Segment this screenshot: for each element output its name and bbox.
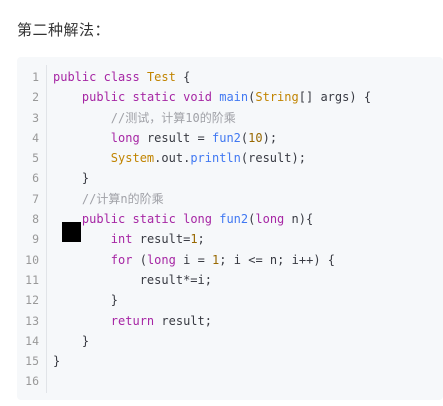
line-source: for (long i = 1; i <= n; i++) { (110, 252, 336, 267)
code-line: 14 } (17, 331, 443, 351)
code-line: 10 for (long i = 1; i <= n; i++) { (17, 250, 443, 270)
line-number: 3 (32, 110, 39, 125)
code-line: 13 return result; (17, 311, 443, 331)
line-number: 15 (25, 354, 39, 369)
line-number: 16 (25, 374, 39, 389)
line-number: 14 (25, 333, 39, 348)
code-line: 6 } (17, 168, 443, 188)
line-source: } (110, 293, 119, 308)
line-source: public static void main(String[] args) { (81, 90, 372, 105)
code-line: 4 long result = fun2(10); (17, 128, 443, 148)
line-source: result*=i; (139, 272, 212, 287)
page: 第二种解法： 1 public class Test { 2 public stat… (0, 0, 443, 406)
code-line: 12 } (17, 290, 443, 310)
code-line: 16 (17, 371, 443, 391)
section-heading: 第二种解法： (17, 21, 111, 39)
line-source: long result = fun2(10); (110, 130, 278, 145)
code-line: 11 result*=i; (17, 270, 443, 290)
line-number: 1 (32, 70, 39, 84)
line-number: 6 (32, 171, 39, 186)
line-number: 9 (32, 232, 39, 247)
code-line: 7 //计算n的阶乘 (17, 189, 443, 209)
line-number: 12 (25, 293, 39, 308)
line-number: 10 (25, 252, 39, 267)
line-source: } (81, 333, 90, 348)
line-number: 2 (32, 90, 39, 105)
code-line: 2 public static void main(String[] args)… (17, 87, 443, 107)
line-number: 5 (32, 151, 39, 166)
line-source: return result; (110, 313, 212, 328)
line-source: public class Test { (53, 70, 191, 84)
line-number: 4 (32, 130, 39, 145)
line-source: //计算n的阶乘 (81, 191, 164, 206)
line-source: } (53, 354, 61, 369)
line-source: System.out.println(result); (110, 151, 306, 166)
line-number: 13 (25, 313, 39, 328)
line-source: public static long fun2(long n){ (81, 212, 314, 227)
code-line: 5 System.out.println(result); (17, 148, 443, 168)
line-source: //测试，计算10的阶乘 (110, 110, 236, 125)
code-line: 1 public class Test { (17, 67, 443, 87)
line-source: } (81, 171, 90, 186)
line-number: 8 (32, 212, 39, 227)
code-line: 3 //测试，计算10的阶乘 (17, 108, 443, 128)
line-number: 7 (32, 191, 39, 206)
code-line: 15} (17, 351, 443, 371)
line-number: 11 (25, 272, 39, 287)
redaction-box (62, 222, 81, 242)
